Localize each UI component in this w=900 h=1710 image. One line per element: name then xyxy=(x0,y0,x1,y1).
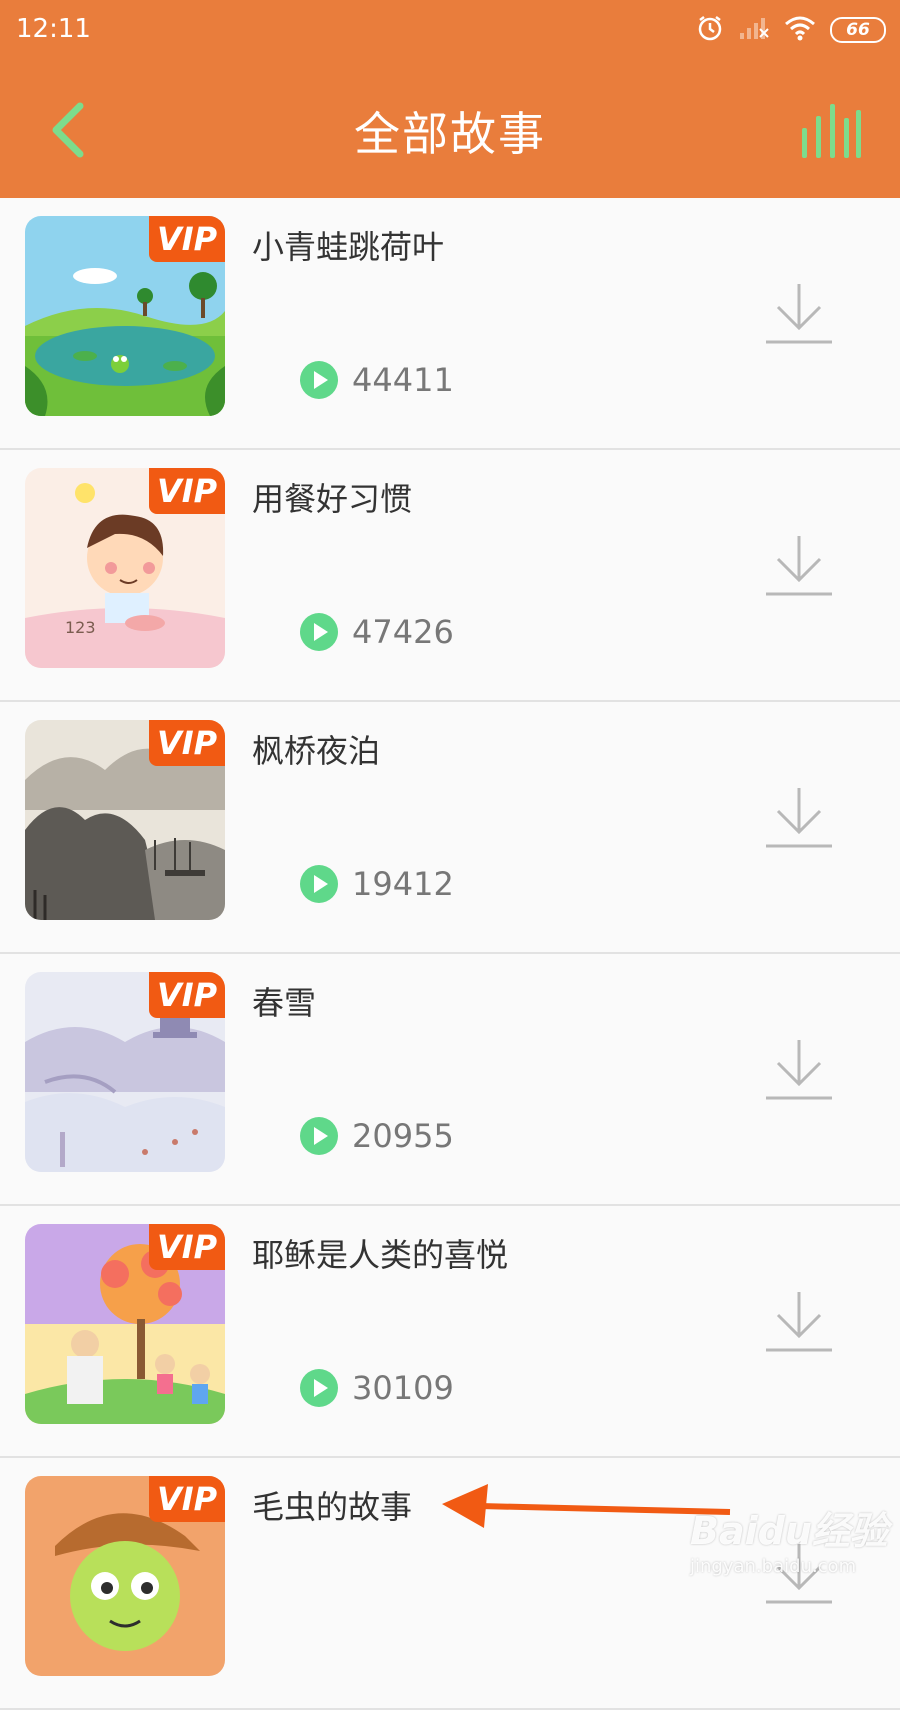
vip-badge: VIP xyxy=(149,1224,225,1270)
story-cover-image: VIP xyxy=(25,720,225,920)
story-title: 耶稣是人类的喜悦 xyxy=(252,1236,509,1274)
story-cover-image: VIP xyxy=(25,1224,225,1424)
watermark-brand: Baidu经验 xyxy=(690,1509,888,1553)
download-button[interactable] xyxy=(764,532,834,602)
baidu-watermark: Baidu经验 jingyan.baidu.com xyxy=(690,1500,890,1595)
download-icon xyxy=(766,1292,832,1352)
top-app-bar: 全部故事 xyxy=(0,62,900,198)
story-row[interactable]: VIP 枫桥夜泊 19412 xyxy=(0,702,900,954)
now-playing-button[interactable] xyxy=(798,100,862,160)
story-title: 小青蛙跳荷叶 xyxy=(252,228,445,266)
play-count-group: 19412 xyxy=(300,864,454,904)
vip-badge: VIP xyxy=(149,216,225,262)
download-icon xyxy=(766,536,832,596)
story-row[interactable]: 123 VIP 用餐好习惯 47426 xyxy=(0,450,900,702)
story-title: 枫桥夜泊 xyxy=(252,732,381,770)
story-title: 用餐好习惯 xyxy=(252,480,413,518)
story-cover-image: 123 VIP xyxy=(25,468,225,668)
play-count: 19412 xyxy=(352,865,454,903)
status-bar: 12:11 66 xyxy=(0,0,900,62)
play-count: 47426 xyxy=(352,613,454,651)
download-button[interactable] xyxy=(764,784,834,854)
story-cover-image: VIP xyxy=(25,1476,225,1676)
download-icon xyxy=(766,1040,832,1100)
download-icon xyxy=(766,788,832,848)
status-time: 12:11 xyxy=(16,14,91,44)
alarm-icon xyxy=(696,14,724,46)
story-title: 毛虫的故事 xyxy=(252,1488,413,1526)
vip-badge: VIP xyxy=(149,972,225,1018)
vip-badge: VIP xyxy=(149,468,225,514)
story-row[interactable]: VIP 春雪 20955 xyxy=(0,954,900,1206)
equalizer-icon xyxy=(802,104,861,158)
svg-text:123: 123 xyxy=(65,618,96,637)
play-count-group: 47426 xyxy=(300,612,454,652)
play-count-group: 44411 xyxy=(300,360,454,400)
vip-badge: VIP xyxy=(149,1476,225,1522)
play-icon xyxy=(300,1369,338,1407)
play-count-group: 30109 xyxy=(300,1368,454,1408)
play-icon xyxy=(300,361,338,399)
download-button[interactable] xyxy=(764,1036,834,1106)
status-icons: 66 xyxy=(696,14,886,46)
story-row[interactable]: VIP 小青蛙跳荷叶 44411 xyxy=(0,198,900,450)
vip-badge: VIP xyxy=(149,720,225,766)
wifi-icon xyxy=(784,15,816,45)
battery-icon: 66 xyxy=(830,17,886,43)
play-icon xyxy=(300,865,338,903)
download-icon xyxy=(766,284,832,344)
play-icon xyxy=(300,613,338,651)
play-count: 30109 xyxy=(352,1369,454,1407)
story-cover-image: VIP xyxy=(25,216,225,416)
play-count: 20955 xyxy=(352,1117,454,1155)
page-title: 全部故事 xyxy=(354,107,546,161)
download-button[interactable] xyxy=(764,1288,834,1358)
story-title: 春雪 xyxy=(252,984,317,1022)
watermark-url: jingyan.baidu.com xyxy=(690,1556,857,1577)
download-button[interactable] xyxy=(764,280,834,350)
play-count-group: 20955 xyxy=(300,1116,454,1156)
story-row[interactable]: VIP 耶稣是人类的喜悦 30109 xyxy=(0,1206,900,1458)
play-icon xyxy=(300,1117,338,1155)
play-count: 44411 xyxy=(352,361,454,399)
signal-icon xyxy=(738,15,770,45)
story-cover-image: VIP xyxy=(25,972,225,1172)
